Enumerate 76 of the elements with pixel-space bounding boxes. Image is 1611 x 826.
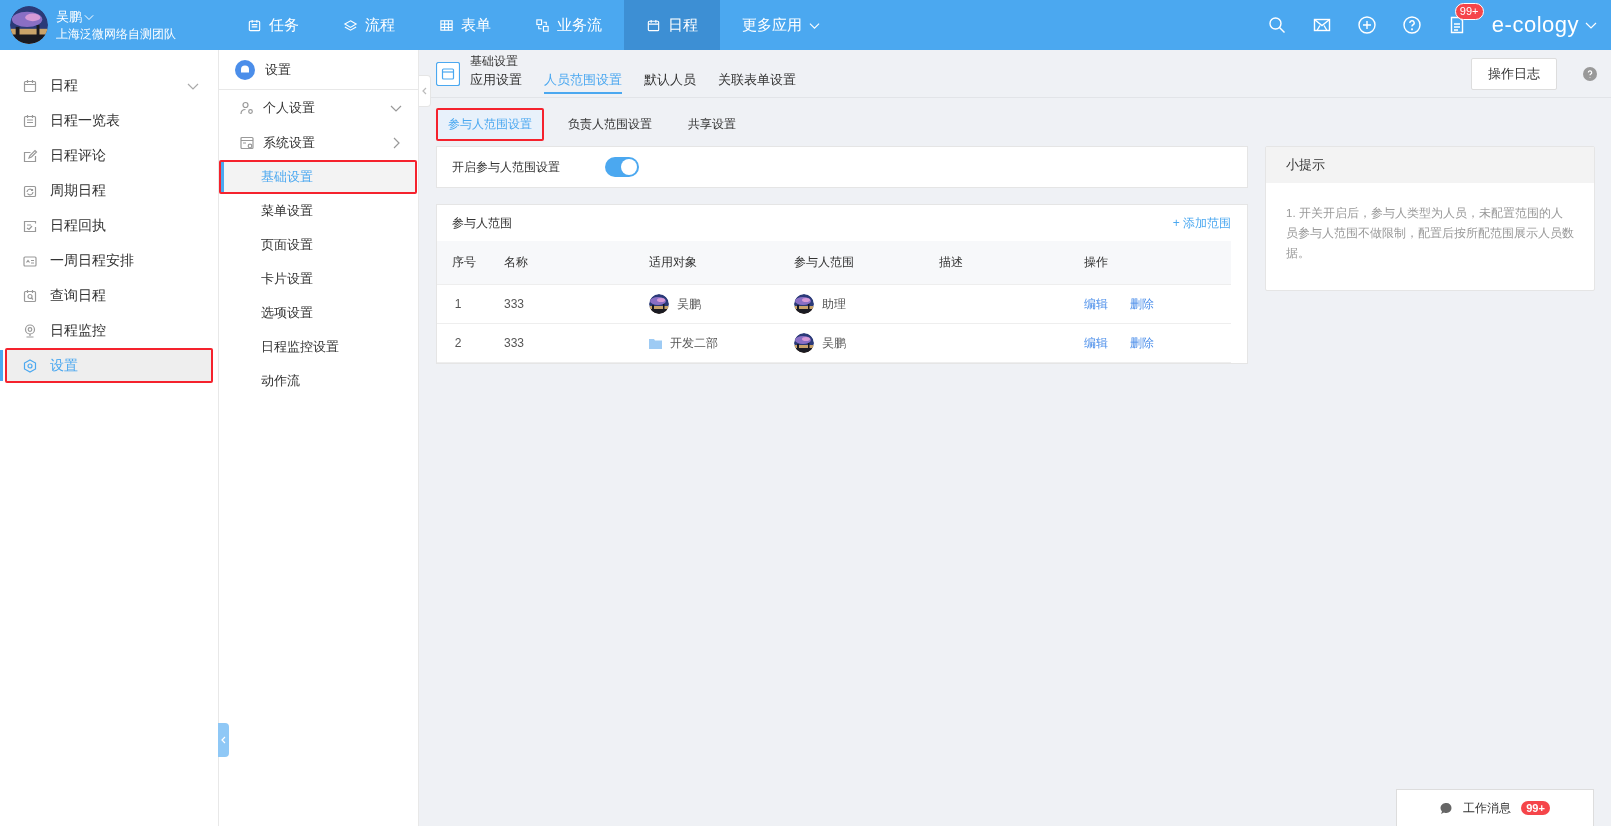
brand-logo: e-cology bbox=[1491, 12, 1579, 38]
log-button[interactable]: 操作日志 bbox=[1471, 57, 1557, 90]
notification-badge: 99+ bbox=[1454, 3, 1484, 20]
tab[interactable]: 关联表单设置 bbox=[718, 71, 796, 94]
settings-icon bbox=[22, 357, 38, 374]
edit-icon bbox=[22, 147, 38, 164]
team-name: 上海泛微网络自测团队 bbox=[56, 25, 176, 43]
flow-icon bbox=[535, 17, 550, 33]
column-header: 名称 bbox=[489, 241, 634, 285]
menu-group[interactable]: 个人设置 bbox=[219, 90, 418, 125]
calendar-list-icon bbox=[247, 17, 262, 33]
window-settings-icon bbox=[239, 134, 255, 151]
table-cell: 吴鹏 bbox=[677, 295, 701, 313]
app-logo-icon bbox=[235, 59, 255, 80]
column-header: 描述 bbox=[924, 241, 1069, 285]
table-cell: 助理 bbox=[822, 295, 846, 313]
action-link[interactable]: 编辑 bbox=[1084, 295, 1108, 313]
message-label[interactable]: 工作消息 bbox=[1463, 799, 1512, 817]
sidebar-item[interactable]: 日程监控 bbox=[5, 313, 213, 348]
sidebar-item[interactable]: 日程回执 bbox=[5, 208, 213, 243]
switch-label: 开启参与人范围设置 bbox=[452, 158, 560, 176]
column-header: 适用对象 bbox=[634, 241, 779, 285]
calendar-icon bbox=[22, 77, 38, 94]
help-icon[interactable] bbox=[1401, 15, 1422, 35]
table-cell: 333 bbox=[504, 297, 525, 311]
table-cell: 开发二部 bbox=[670, 334, 718, 352]
column-header: 操作 bbox=[1069, 241, 1231, 285]
tip-text: 1. 开关开启后，参与人类型为人员，未配置范围的人员参与人范围不做限制，配置后按所配范围展示人员数据。 bbox=[1286, 207, 1574, 259]
table-cell: 2 bbox=[454, 336, 462, 350]
user-settings-icon bbox=[239, 99, 255, 116]
column-header: 参与人范围 bbox=[779, 241, 924, 285]
sidebar-item[interactable]: 周期日程 bbox=[5, 173, 213, 208]
sidebar-item[interactable]: 日程评论 bbox=[5, 138, 213, 173]
sidebar-item[interactable]: 查询日程 bbox=[5, 278, 213, 313]
tip-title: 小提示 bbox=[1286, 156, 1325, 174]
menu-item[interactable]: 日程监控设置 bbox=[219, 330, 417, 364]
sidebar-item[interactable]: 日程 bbox=[5, 68, 213, 103]
menu-item[interactable]: 菜单设置 bbox=[219, 194, 417, 228]
help-icon bbox=[1583, 66, 1597, 81]
sub-tab[interactable]: 共享设置 bbox=[676, 108, 748, 141]
folder-icon bbox=[649, 337, 662, 349]
calendar-list-icon bbox=[22, 112, 38, 129]
table-icon bbox=[439, 17, 454, 33]
search-icon[interactable] bbox=[1266, 15, 1287, 35]
tab[interactable]: 默认人员 bbox=[644, 71, 696, 94]
sidebar-item[interactable]: 一周日程安排 bbox=[5, 243, 213, 278]
toggle-switch[interactable] bbox=[605, 157, 639, 177]
collapse-handle[interactable] bbox=[419, 75, 431, 107]
table-cell: 吴鹏 bbox=[822, 334, 846, 352]
table-cell: 1 bbox=[454, 297, 462, 311]
menu-item[interactable]: 动作流 bbox=[219, 364, 417, 398]
chat-icon bbox=[1440, 801, 1454, 815]
user-name: 吴鹏 bbox=[56, 7, 82, 26]
menu-item[interactable]: 卡片设置 bbox=[219, 262, 417, 296]
menu-item[interactable]: 选项设置 bbox=[219, 296, 417, 330]
calendar-icon bbox=[436, 61, 460, 86]
action-link[interactable]: 编辑 bbox=[1084, 334, 1108, 352]
menu-group[interactable]: 系统设置 bbox=[219, 125, 418, 160]
layers-icon bbox=[343, 17, 358, 33]
column-header: 序号 bbox=[437, 241, 489, 285]
sub-tab[interactable]: 负责人范围设置 bbox=[556, 108, 664, 141]
tab[interactable]: 应用设置 bbox=[470, 71, 522, 94]
menu-item[interactable]: 页面设置 bbox=[219, 228, 417, 262]
action-link[interactable]: 删除 bbox=[1130, 334, 1154, 352]
webcam-icon bbox=[22, 322, 38, 339]
calendar-icon bbox=[646, 17, 661, 33]
search-icon bbox=[22, 287, 38, 304]
add-icon[interactable] bbox=[1356, 15, 1377, 35]
collapse-handle[interactable] bbox=[218, 723, 229, 757]
message-badge: 99+ bbox=[1521, 801, 1550, 815]
table-title: 参与人范围 bbox=[452, 214, 512, 232]
page-title: 基础设置 bbox=[470, 53, 519, 70]
table-cell: 333 bbox=[504, 336, 525, 350]
action-link[interactable]: 删除 bbox=[1130, 295, 1154, 313]
menu-title: 设置 bbox=[265, 60, 291, 79]
sidebar-item[interactable]: 日程一览表 bbox=[5, 103, 213, 138]
